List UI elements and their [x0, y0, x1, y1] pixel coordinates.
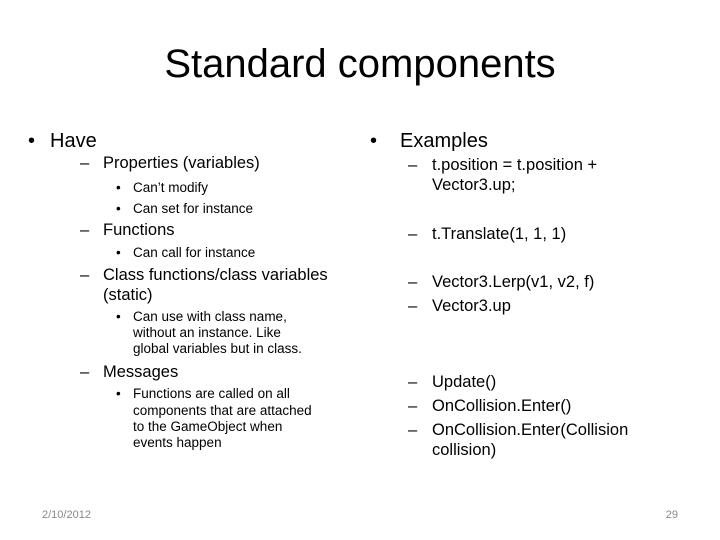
dash-icon: – — [408, 273, 418, 291]
bullet-icon: • — [116, 309, 121, 324]
item-functions: Functions — [103, 221, 175, 239]
dash-icon: – — [408, 156, 418, 174]
bullet-icon: • — [116, 386, 121, 401]
subitem: Functions are called on all — [133, 386, 290, 401]
example-7: OnCollision.Enter(Collision — [432, 421, 629, 439]
item-properties: Properties (variables) — [103, 154, 260, 172]
subitem: Can call for instance — [133, 245, 256, 260]
subitem: components that are attached — [133, 403, 312, 418]
example-7-cont: collision) — [432, 441, 497, 459]
subitem: Can’t modify — [133, 180, 209, 195]
bullet-icon: • — [370, 130, 378, 152]
slide-title: Standard components — [164, 42, 556, 86]
example-5: Update() — [432, 373, 497, 391]
example-2: t.Translate(1, 1, 1) — [432, 225, 567, 243]
page-number: 29 — [665, 509, 678, 521]
bullet-icon: • — [116, 245, 121, 260]
dash-icon: – — [80, 363, 90, 381]
example-1-cont: Vector3.up; — [432, 176, 516, 194]
dash-icon: – — [408, 225, 418, 243]
bullet-icon: • — [116, 180, 121, 195]
dash-icon: – — [408, 297, 418, 315]
heading-have: Have — [50, 130, 97, 152]
subitem: to the GameObject when — [133, 419, 283, 434]
bullet-icon: • — [116, 201, 121, 216]
footer-date: 2/10/2012 — [42, 509, 91, 521]
dash-icon: – — [408, 373, 418, 391]
subitem: Can use with class name, — [133, 309, 287, 324]
dash-icon: – — [80, 221, 90, 239]
item-messages: Messages — [103, 363, 179, 381]
item-class-cont: (static) — [103, 286, 153, 304]
dash-icon: – — [80, 266, 90, 284]
dash-icon: – — [408, 397, 418, 415]
dash-icon: – — [80, 154, 90, 172]
item-class: Class functions/class variables — [103, 266, 328, 284]
subitem: events happen — [133, 435, 222, 450]
subitem: global variables but in class. — [133, 341, 302, 356]
example-4: Vector3.up — [432, 297, 511, 315]
subitem: without an instance. Like — [133, 325, 281, 340]
dash-icon: – — [408, 421, 418, 439]
example-6: OnCollision.Enter() — [432, 397, 572, 415]
example-1: t.position = t.position + — [432, 156, 598, 174]
heading-examples: Examples — [400, 130, 488, 152]
example-3: Vector3.Lerp(v1, v2, f) — [432, 273, 595, 291]
bullet-icon: • — [28, 130, 36, 152]
subitem: Can set for instance — [133, 201, 254, 216]
